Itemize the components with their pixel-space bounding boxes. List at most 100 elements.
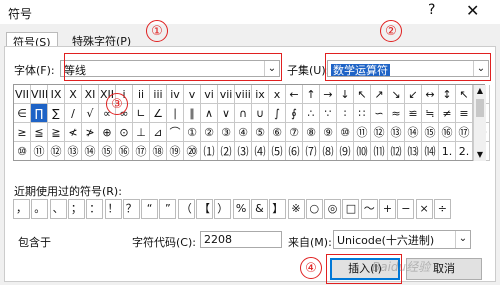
symbol-cell[interactable]: ⑯ (439, 123, 456, 142)
symbol-cell[interactable]: ↓ (337, 85, 354, 104)
symbol-cell[interactable]: ∨ (218, 104, 235, 123)
recent-symbol-cell[interactable]: × (415, 199, 433, 219)
symbol-cell[interactable]: ← (286, 85, 303, 104)
symbol-cell[interactable]: ↕ (439, 85, 456, 104)
symbol-cell[interactable]: ∥ (184, 104, 201, 123)
symbol-cell[interactable]: ⑬ (388, 123, 405, 142)
recent-symbol-cell[interactable]: − (397, 199, 415, 219)
symbol-cell[interactable]: iv (167, 85, 184, 104)
symbol-cell[interactable]: ∑ (48, 104, 65, 123)
recent-symbol-cell[interactable]: ÷ (433, 199, 451, 219)
symbol-cell[interactable]: ⑬ (65, 142, 82, 161)
symbol-cell[interactable]: X (65, 85, 82, 104)
character-code-input[interactable]: 2208 (200, 231, 282, 248)
symbol-cell[interactable]: ≦ (31, 123, 48, 142)
symbol-cell[interactable]: ⑰ (133, 142, 150, 161)
chevron-down-icon[interactable]: ⌄ (473, 61, 488, 76)
recent-symbol-cell[interactable]: 、 (49, 199, 67, 219)
symbol-cell[interactable]: ≮ (65, 123, 82, 142)
symbol-cell[interactable]: ⊕ (99, 123, 116, 142)
chevron-down-icon[interactable]: ⌄ (455, 231, 470, 248)
symbol-cell[interactable]: ⑻ (320, 142, 337, 161)
recent-symbol-cell[interactable]: “ (141, 199, 159, 219)
recent-symbol-cell[interactable]: □ (342, 199, 360, 219)
symbol-cell[interactable]: ⑫ (371, 123, 388, 142)
symbol-cell[interactable]: ∷ (354, 104, 371, 123)
symbol-cell[interactable]: ≥ (14, 123, 31, 142)
symbol-cell[interactable]: ↙ (405, 85, 422, 104)
symbol-cell[interactable]: ix (252, 85, 269, 104)
symbol-cell[interactable]: ∟ (133, 104, 150, 123)
symbol-cell[interactable]: ⒁ (422, 142, 439, 161)
recent-symbol-cell[interactable]: ～ (360, 199, 378, 219)
symbol-cell[interactable]: ⌒ (167, 123, 184, 142)
symbol-cell[interactable]: ∣ (167, 104, 184, 123)
symbol-cell[interactable]: ≡ (456, 104, 473, 123)
help-button[interactable]: ? (428, 2, 435, 18)
recent-symbol-cell[interactable]: % (232, 199, 250, 219)
symbol-cell[interactable]: ↖ (354, 85, 371, 104)
symbol-cell[interactable]: ⑪ (354, 123, 371, 142)
symbol-cell[interactable]: 1. (439, 142, 456, 161)
symbol-cell[interactable]: ⑰ (456, 123, 473, 142)
symbol-cell[interactable]: ⑾ (371, 142, 388, 161)
recent-symbol-cell[interactable]: ： (86, 199, 104, 219)
symbol-cell[interactable]: ① (184, 123, 201, 142)
symbol-cell[interactable]: vi (201, 85, 218, 104)
symbol-cell[interactable]: ⑷ (252, 142, 269, 161)
scroll-down-icon[interactable]: ▼ (474, 149, 486, 161)
symbol-cell[interactable]: ⊥ (133, 123, 150, 142)
symbol-cell[interactable]: ∽ (371, 104, 388, 123)
symbol-cell[interactable]: IX (48, 85, 65, 104)
symbol-cell[interactable]: ⑱ (150, 142, 167, 161)
symbol-cell[interactable]: ∏ (31, 104, 48, 123)
recent-symbol-cell[interactable]: ； (67, 199, 85, 219)
symbol-cell[interactable]: ⑭ (405, 123, 422, 142)
symbol-cell[interactable]: ⒀ (405, 142, 422, 161)
symbol-cell[interactable]: VII (14, 85, 31, 104)
symbol-cell[interactable]: ⑵ (218, 142, 235, 161)
recent-symbol-cell[interactable]: ！ (104, 199, 122, 219)
symbol-cell[interactable]: ⑩ (337, 123, 354, 142)
scroll-thumb[interactable] (476, 99, 484, 117)
symbol-cell[interactable]: ≯ (82, 123, 99, 142)
symbol-cell[interactable]: √ (82, 104, 99, 123)
symbol-cell[interactable]: ≒ (422, 104, 439, 123)
symbol-cell[interactable]: ∈ (14, 104, 31, 123)
symbol-cell[interactable]: ⑧ (303, 123, 320, 142)
recent-symbol-cell[interactable]: ） (214, 199, 232, 219)
symbol-cell[interactable]: ∶ (337, 104, 354, 123)
symbol-cell[interactable]: ⑴ (201, 142, 218, 161)
symbol-cell[interactable]: ∴ (303, 104, 320, 123)
recent-symbol-cell[interactable]: ， (13, 199, 30, 219)
symbol-cell[interactable]: ∵ (320, 104, 337, 123)
recent-symbol-cell[interactable]: 【 (196, 199, 213, 219)
recent-symbol-cell[interactable]: 】 (269, 199, 287, 219)
symbol-cell[interactable]: ⑸ (269, 142, 286, 161)
symbol-cell[interactable]: ⑤ (252, 123, 269, 142)
symbol-grid-scrollbar[interactable]: ▲ ▼ (473, 85, 486, 161)
symbol-cell[interactable]: ∕ (65, 104, 82, 123)
symbol-cell[interactable]: ⑯ (116, 142, 133, 161)
symbol-cell[interactable]: ⑪ (31, 142, 48, 161)
scroll-up-icon[interactable]: ▲ (474, 85, 486, 97)
symbol-cell[interactable]: ⑮ (99, 142, 116, 161)
chevron-down-icon[interactable]: ⌄ (264, 61, 279, 76)
symbol-cell[interactable]: ∮ (286, 104, 303, 123)
symbol-cell[interactable]: ≌ (405, 104, 422, 123)
recent-symbol-cell[interactable]: ※ (287, 199, 305, 219)
symbol-cell[interactable]: ⑫ (48, 142, 65, 161)
symbol-cell[interactable]: ⑼ (337, 142, 354, 161)
symbol-cell[interactable]: ⑦ (286, 123, 303, 142)
recent-symbol-cell[interactable]: ？ (122, 199, 140, 219)
symbol-cell[interactable]: ⑥ (269, 123, 286, 142)
symbol-cell[interactable]: ≧ (48, 123, 65, 142)
symbol-cell[interactable]: ⊿ (150, 123, 167, 142)
symbol-cell[interactable]: vii (218, 85, 235, 104)
symbol-cell[interactable]: ≠ (439, 104, 456, 123)
symbol-cell[interactable]: ⑿ (388, 142, 405, 161)
symbol-cell[interactable]: ↖ (456, 85, 473, 104)
recent-symbol-cell[interactable]: 。 (31, 199, 49, 219)
symbol-cell[interactable]: ↔ (422, 85, 439, 104)
symbol-cell[interactable]: ∪ (252, 104, 269, 123)
